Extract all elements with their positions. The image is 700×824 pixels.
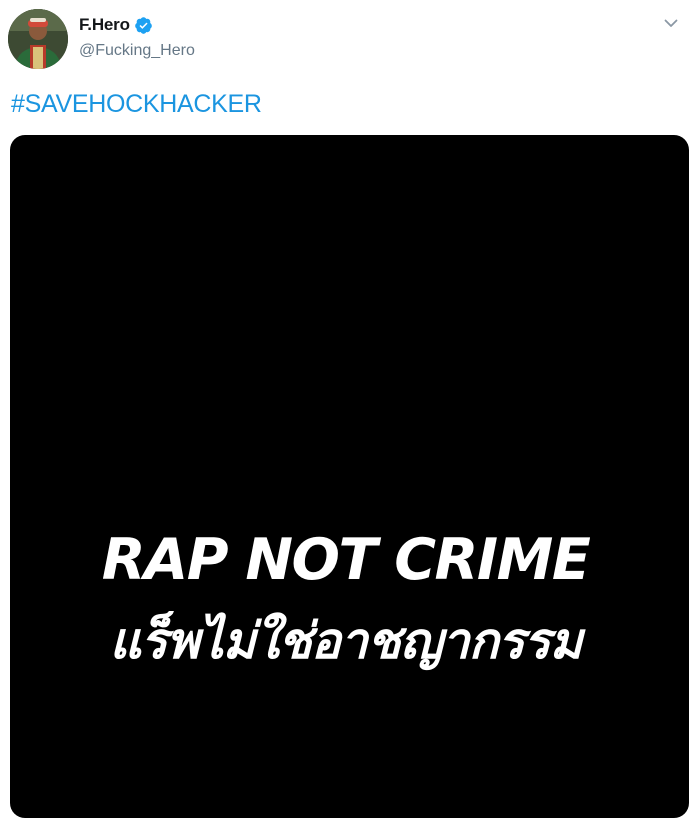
author-avatar[interactable] (8, 9, 68, 69)
avatar-image (8, 9, 68, 69)
media-headline-english: RAP NOT CRIME (101, 527, 591, 593)
author-name-row: F.Hero (79, 13, 153, 37)
tweet-card: F.Hero @Fucking_Hero #SAVEHOCKHACKER RAP… (0, 0, 700, 824)
hashtag-link[interactable]: #SAVEHOCKHACKER (11, 90, 262, 119)
author-display-name[interactable]: F.Hero (79, 15, 130, 35)
media-headline-thai: แร็พไม่ใช่อาชญากรรม (109, 612, 582, 670)
tweet-media-image[interactable]: RAP NOT CRIME แร็พไม่ใช่อาชญากรรม (10, 135, 689, 818)
chevron-down-icon[interactable] (662, 14, 680, 32)
verified-badge-icon (134, 16, 153, 35)
author-handle[interactable]: @Fucking_Hero (79, 42, 195, 60)
